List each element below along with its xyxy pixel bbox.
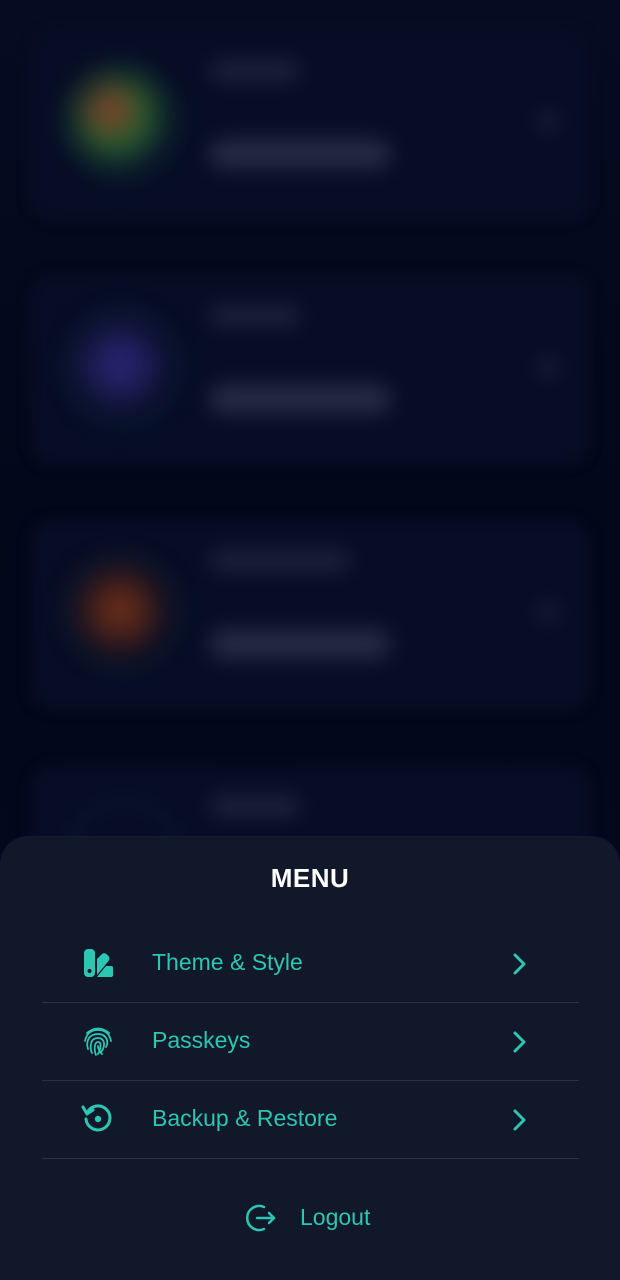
blurred-title-line	[210, 795, 300, 817]
blurred-code-line	[210, 140, 390, 168]
blurred-action-icon	[536, 600, 560, 624]
blurred-account-card	[30, 30, 590, 220]
fingerprint-icon	[84, 1027, 112, 1056]
menu-title: MENU	[270, 863, 350, 893]
blurred-avatar	[75, 75, 165, 165]
blurred-title-line	[210, 305, 300, 327]
menu-item-theme-style[interactable]: Theme & Style	[42, 925, 579, 1003]
blurred-avatar	[75, 320, 165, 410]
chevron-right-icon	[513, 1031, 526, 1053]
blurred-action-icon	[536, 110, 560, 134]
menu-bottom-sheet: MENU Theme & Style Passkeys Backup & Res…	[0, 837, 620, 1280]
logout-icon	[246, 1204, 276, 1232]
blurred-title-line	[210, 550, 350, 572]
chevron-right-icon	[513, 1109, 526, 1131]
blurred-avatar	[75, 565, 165, 655]
blurred-account-card	[30, 275, 590, 465]
blurred-code-line	[210, 630, 390, 658]
blurred-account-card	[30, 520, 590, 710]
logout-button[interactable]: Logout	[244, 1197, 384, 1237]
menu-item-backup-restore[interactable]: Backup & Restore	[42, 1081, 579, 1159]
menu-item-label: Theme & Style	[152, 949, 303, 975]
menu-item-label: Passkeys	[152, 1027, 251, 1053]
logout-label: Logout	[300, 1204, 371, 1230]
restore-icon	[81, 1104, 112, 1132]
menu-item-label: Backup & Restore	[152, 1105, 338, 1131]
palette-icon	[84, 949, 113, 977]
blurred-code-line	[210, 385, 390, 413]
blurred-title-line	[210, 60, 300, 82]
chevron-right-icon	[513, 953, 526, 975]
menu-item-passkeys[interactable]: Passkeys	[42, 1003, 579, 1081]
blurred-action-icon	[536, 355, 560, 379]
